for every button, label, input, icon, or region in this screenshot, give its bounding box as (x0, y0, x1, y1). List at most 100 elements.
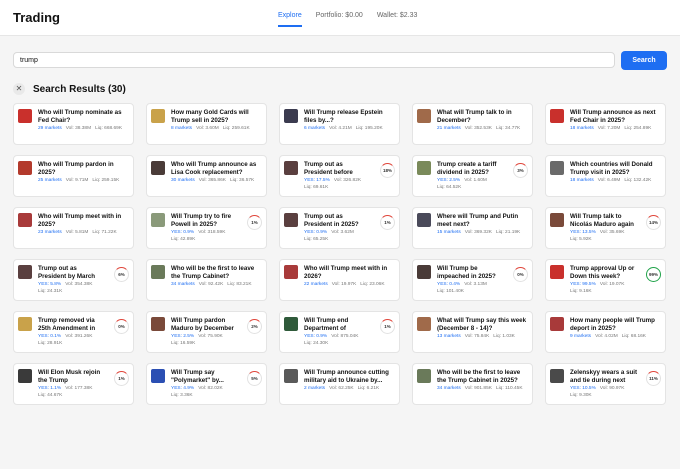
volume: Vol: 62.25K (329, 386, 354, 391)
market-stats: 18 markets Vol: 6.49M Liq: 132.42K (570, 178, 651, 183)
market-thumbnail (284, 265, 298, 279)
market-thumbnail (151, 213, 165, 227)
volume: Vol: 4.21M (329, 126, 352, 131)
market-count: 21 markets (437, 126, 461, 131)
market-count: 29 markets (38, 126, 62, 131)
volume: Vol: 352.53K (464, 126, 492, 131)
probability-gauge: 1% (114, 371, 129, 386)
market-title: What will Trump talk to in December? (437, 109, 512, 124)
market-count: 9 markets (570, 334, 592, 339)
market-stats: YES: 0.9% Vol: 3.62M (304, 230, 358, 235)
liquidity: Liq: 23.06K (360, 282, 385, 287)
market-stats: 18 markets Vol: 7.20M Liq: 254.89K (570, 126, 651, 131)
liquidity: Liq: 68.16K (621, 334, 647, 339)
market-card[interactable]: Trump approval Up or Down this week? YES:… (545, 259, 666, 301)
market-stats: 13 markets Vol: 75.84K Liq: 1.03K (437, 334, 515, 339)
tab-portfolio[interactable]: Portfolio: $0.00 (316, 12, 363, 25)
market-card[interactable]: Who will Trump pardon in 2025? 25 markets… (13, 155, 134, 197)
close-icon[interactable]: ✕ (13, 83, 25, 95)
market-card[interactable]: Will Trump pardon Maduro by December 31?… (146, 311, 267, 353)
market-card[interactable]: Who will be the first to leave the Trump… (146, 259, 267, 301)
market-count: 34 markets (437, 386, 461, 391)
market-title: What will Trump say this week (December … (437, 317, 527, 332)
market-card[interactable]: How many people will Trump deport in 202… (545, 311, 666, 353)
market-card[interactable]: Who will Trump nominate as Fed Chair? 29 … (13, 103, 134, 145)
market-thumbnail (18, 317, 32, 331)
market-stats: YES: 17.5% Vol: 326.82K (304, 178, 365, 183)
market-title: Who will Trump pardon in 2025? (38, 161, 114, 176)
market-card[interactable]: Trump removed via 25th Amendment in 2025… (13, 311, 134, 353)
market-card[interactable]: Will Trump release Epstein files by...? 6… (279, 103, 400, 145)
market-card[interactable]: Will Trump say "Polymarket" by... YES: 4.… (146, 363, 267, 405)
market-stats: YES: 2.5% Vol: 1.60M (437, 178, 491, 183)
market-card[interactable]: Which countries will Donald Trump visit … (545, 155, 666, 197)
market-card[interactable]: Will Trump announce cutting military aid… (279, 363, 400, 405)
search-row: Search (13, 51, 667, 70)
market-card[interactable]: How many Gold Cards will Trump sell in 2… (146, 103, 267, 145)
market-card[interactable]: Zelenskyy wears a suit and tie during ne… (545, 363, 666, 405)
market-title: Will Trump release Epstein files by...? (304, 109, 383, 124)
results-header: ✕ Search Results (30) (13, 82, 126, 96)
market-stats: 21 markets Vol: 352.53K Liq: 34.77K (437, 126, 520, 131)
market-stats: 9 markets Vol: 4.02M Liq: 68.16K (570, 334, 646, 339)
market-stats: YES: 1.1% Vol: 177.38K (38, 386, 96, 391)
market-title: Who will be the first to leave the Trump… (437, 369, 521, 384)
liquidity: Liq: 1.03K (493, 334, 515, 339)
probability-gauge: 1% (380, 319, 395, 334)
market-card[interactable]: Where will Trump and Putin meet next? 15 … (412, 207, 533, 249)
volume: Vol: 354.38K (65, 282, 93, 287)
market-card[interactable]: Trump create a tariff dividend in 2025? Y… (412, 155, 533, 197)
market-card[interactable]: Trump out as President by March 31? YES: … (13, 259, 134, 301)
tab-explore[interactable]: Explore (278, 12, 302, 27)
market-thumbnail (417, 213, 431, 227)
market-thumbnail (151, 161, 165, 175)
market-card[interactable]: Will Trump announce as next Fed Chair in… (545, 103, 666, 145)
liquidity: Liq: 28.91K (38, 341, 63, 346)
market-title: Trump out as President before 2027? (304, 161, 353, 176)
yes-price: YES: 0.9% (304, 230, 328, 235)
yes-price: YES: 2.5% (171, 334, 195, 339)
market-card[interactable]: Who will Trump meet with in 2025? 23 mark… (13, 207, 134, 249)
market-title: Zelenskyy wears a suit and tie during ne… (570, 369, 638, 384)
liquidity: Liq: 3.36K (171, 393, 193, 398)
volume: Vol: 92.42K (198, 282, 224, 287)
market-title: Will Trump pardon Maduro by December 31? (171, 317, 234, 332)
liquidity: Liq: 65.25K (304, 237, 329, 242)
market-card[interactable]: Who will Trump announce as Lisa Cook rep… (146, 155, 267, 197)
market-title: Which countries will Donald Trump visit … (570, 161, 653, 176)
nav-tabs: Explore Portfolio: $0.00 Wallet: $2.33 (278, 12, 431, 27)
yes-price: YES: 0.1% (38, 334, 62, 339)
market-thumbnail (550, 317, 564, 331)
market-card[interactable]: Who will Trump meet with in 2026? 22 mark… (279, 259, 400, 301)
market-thumbnail (550, 161, 564, 175)
market-card[interactable]: Who will be the first to leave the Trump… (412, 363, 533, 405)
probability-gauge: 2% (247, 319, 262, 334)
market-thumbnail (550, 369, 564, 383)
market-card[interactable]: What will Trump say this week (December … (412, 311, 533, 353)
probability-gauge: 0% (513, 267, 528, 282)
market-card[interactable]: Will Trump be impeached in 2025? YES: 0.4… (412, 259, 533, 301)
probability-gauge: 3% (513, 163, 528, 178)
search-button[interactable]: Search (621, 51, 667, 70)
probability-gauge: 14% (646, 215, 661, 230)
market-stats: 29 markets Vol: 38.38M Liq: 668.69K (38, 126, 122, 131)
volume: Vol: 5.81M (65, 230, 89, 235)
liquidity: Liq: 259.15K (92, 178, 120, 183)
liquidity: Liq: 110.45K (495, 386, 523, 391)
market-card[interactable]: Will Elon Musk rejoin the Trump Administ… (13, 363, 134, 405)
market-title: Will Trump talk to Nicolás Maduro again … (570, 213, 634, 228)
volume: Vol: 391.26K (65, 334, 93, 339)
tab-wallet[interactable]: Wallet: $2.33 (377, 12, 418, 25)
market-title: How many Gold Cards will Trump sell in 2… (171, 109, 249, 124)
market-card[interactable]: Trump out as President before 2027? YES: … (279, 155, 400, 197)
liquidity: Liq: 34.77K (495, 126, 521, 131)
market-card[interactable]: Will Trump try to fire Powell in 2025? YE… (146, 207, 267, 249)
market-thumbnail (284, 369, 298, 383)
market-stats: 22 markets Vol: 19.97K Liq: 23.06K (304, 282, 385, 287)
market-card[interactable]: Will Trump end Department of Educatio...… (279, 311, 400, 353)
market-card[interactable]: What will Trump talk to in December? 21 m… (412, 103, 533, 145)
search-input[interactable] (13, 52, 615, 68)
market-card[interactable]: Will Trump talk to Nicolás Maduro again … (545, 207, 666, 249)
market-card[interactable]: Trump out as President in 2025? YES: 0.9%… (279, 207, 400, 249)
market-title: Will Trump announce as next Fed Chair in… (570, 109, 656, 124)
